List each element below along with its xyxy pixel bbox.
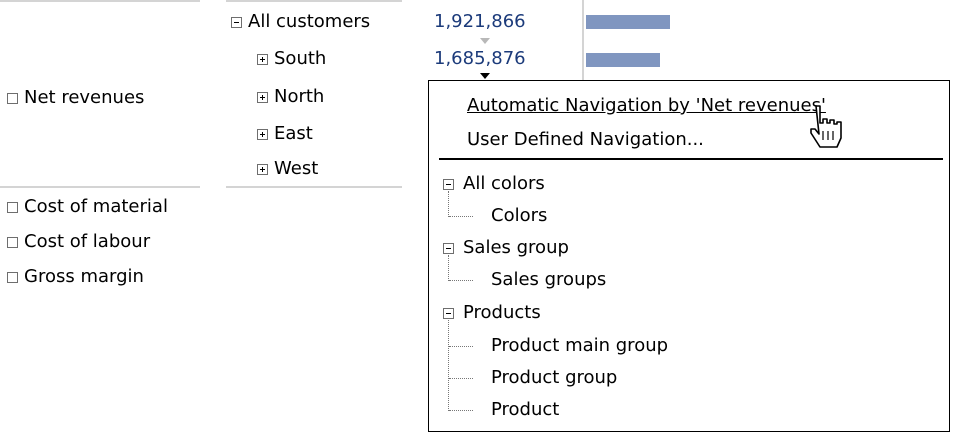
expand-icon[interactable]: [257, 92, 268, 103]
customer-label: All customers: [248, 11, 371, 32]
customer-label: South: [274, 48, 327, 69]
row-toggle-icon[interactable]: [7, 202, 18, 213]
row-toggle-icon[interactable]: [7, 237, 18, 248]
navigation-popup[interactable]: Automatic Navigation by 'Net revenues' U…: [428, 80, 950, 432]
bar-south: [586, 53, 660, 67]
value-all-customers[interactable]: 1,921,866: [434, 11, 526, 33]
tree-node-product-main-group[interactable]: Product main group: [491, 335, 668, 357]
tree-node-product[interactable]: Product: [491, 399, 559, 421]
customer-label: North: [274, 86, 325, 107]
row-label: Cost of labour: [24, 231, 151, 252]
expand-icon[interactable]: [257, 129, 268, 140]
tree-connector: [449, 280, 473, 281]
tree-node-sales-groups[interactable]: Sales groups: [491, 269, 606, 291]
row-divider-top-mid: [226, 0, 402, 2]
row-divider-mid-mid: [226, 186, 402, 188]
collapse-icon[interactable]: [443, 179, 454, 190]
automatic-navigation-item[interactable]: Automatic Navigation by 'Net revenues': [467, 95, 826, 117]
row-toggle-icon[interactable]: [7, 93, 18, 104]
tree-node-all-colors[interactable]: All colors: [463, 173, 545, 195]
tree-node-sales-group[interactable]: Sales group: [463, 237, 569, 259]
tree-connector: [449, 378, 473, 379]
tree-node-colors[interactable]: Colors: [491, 205, 547, 227]
expand-icon[interactable]: [257, 164, 268, 175]
tree-node-products[interactable]: Products: [463, 302, 541, 324]
value-south[interactable]: 1,685,876: [434, 48, 526, 70]
row-divider-mid-left: [0, 186, 200, 188]
row-label: Net revenues: [24, 87, 145, 108]
row-label: Cost of material: [24, 196, 168, 217]
customer-label: West: [274, 158, 319, 179]
menu-separator: [439, 158, 943, 160]
tree-connector: [448, 320, 449, 411]
collapse-icon[interactable]: [231, 17, 242, 28]
column-divider: [582, 0, 584, 80]
hand-cursor-icon: [810, 105, 842, 148]
bar-all-customers: [586, 15, 670, 29]
tree-connector: [449, 410, 473, 411]
tree-connector: [449, 216, 473, 217]
collapse-icon[interactable]: [443, 308, 454, 319]
row-divider-top-left: [0, 0, 200, 2]
customer-label: East: [274, 123, 313, 144]
collapse-icon[interactable]: [443, 243, 454, 254]
tree-connector: [449, 346, 473, 347]
tree-connector: [448, 191, 449, 217]
user-defined-navigation-item[interactable]: User Defined Navigation...: [467, 129, 704, 151]
expand-icon[interactable]: [257, 54, 268, 65]
tree-connector: [448, 255, 449, 281]
dropdown-triangle-icon[interactable]: [480, 73, 490, 79]
dropdown-triangle-icon[interactable]: [480, 38, 490, 44]
row-toggle-icon[interactable]: [7, 272, 18, 283]
row-label: Gross margin: [24, 266, 144, 287]
tree-node-product-group[interactable]: Product group: [491, 367, 617, 389]
